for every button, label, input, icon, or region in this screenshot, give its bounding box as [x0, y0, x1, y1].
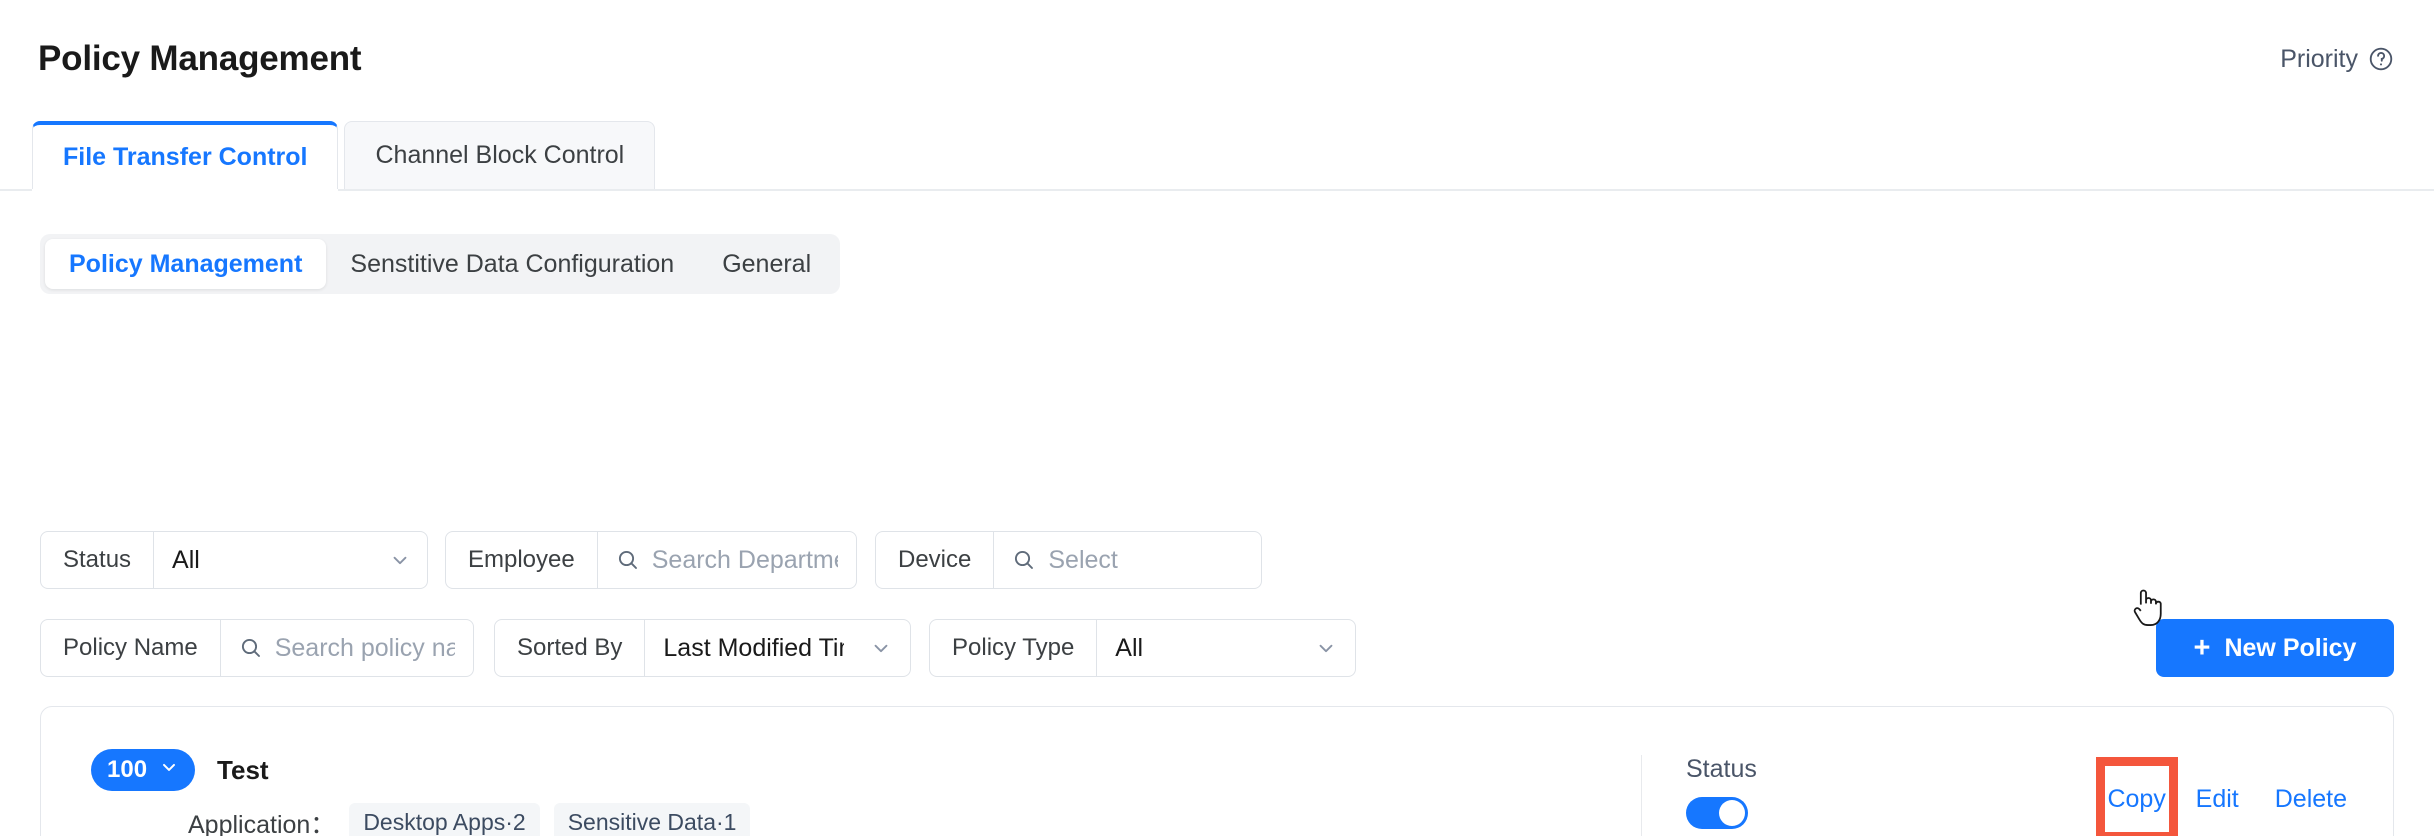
policy-name-search-input[interactable]: Search policy name — [275, 634, 455, 663]
filter-row-secondary: Policy Name Search policy name Sorted By… — [40, 619, 1356, 677]
priority-label: Priority — [2280, 44, 2358, 73]
policy-name-filter-label: Policy Name — [41, 620, 221, 676]
content-area: Policy Management Senstitive Data Config… — [0, 191, 2434, 836]
tab-label: File Transfer Control — [63, 142, 308, 171]
edit-action-link[interactable]: Edit — [2196, 785, 2239, 814]
copy-action-link[interactable]: Copy — [2107, 785, 2165, 814]
page-header: Policy Management Priority — [0, 0, 2434, 118]
device-filter[interactable]: Device Select — [875, 531, 1262, 589]
status-filter[interactable]: Status All — [40, 531, 428, 589]
status-filter-label: Status — [41, 532, 155, 588]
toggle-knob — [1719, 800, 1745, 826]
tab-channel-block-control[interactable]: Channel Block Control — [344, 121, 656, 189]
tab-file-transfer-control[interactable]: File Transfer Control — [32, 121, 339, 191]
application-label: Application： — [188, 810, 336, 836]
policy-status-block: Status — [1641, 755, 1757, 836]
search-icon — [1012, 548, 1036, 572]
tab-label: Channel Block Control — [375, 141, 625, 169]
main-tabbar: File Transfer Control Channel Block Cont… — [0, 121, 2434, 191]
employee-search-input[interactable]: Search Department, Role, Membe — [652, 546, 838, 575]
application-tag[interactable]: Desktop Apps·2 — [349, 802, 540, 836]
sub-nav-segmented-control: Policy Management Senstitive Data Config… — [40, 234, 841, 294]
filter-row-primary: Status All Employee Search Department, R… — [40, 531, 1262, 589]
policy-card-actions: Copy Edit Delete — [2095, 757, 2347, 836]
policy-priority-value: 100 — [107, 756, 148, 783]
chevron-down-icon — [159, 756, 179, 784]
policy-status-label: Status — [1686, 755, 1757, 783]
status-filter-value: All — [172, 545, 200, 574]
copy-action-container[interactable]: Copy — [2095, 757, 2178, 836]
policy-name-filter[interactable]: Policy Name Search policy name — [40, 619, 474, 677]
policy-status-toggle[interactable] — [1686, 797, 1748, 829]
policy-type-filter-label: Policy Type — [930, 620, 1098, 676]
sorted-by-filter-label: Sorted By — [495, 620, 646, 676]
sub-nav-label: Policy Management — [69, 249, 303, 278]
policy-name: Test — [217, 754, 269, 785]
employee-filter[interactable]: Employee Search Department, Role, Membe — [445, 531, 857, 589]
policy-priority-selector[interactable]: 100 — [91, 749, 196, 791]
policy-card-meta: Application： Desktop Apps·2 Sensitive Da… — [188, 799, 751, 836]
sorted-by-value: Last Modified Time — [663, 633, 844, 662]
policy-application-row: Application： Desktop Apps·2 Sensitive Da… — [188, 799, 751, 836]
sub-nav-item-sensitive-data-configuration[interactable]: Senstitive Data Configuration — [326, 239, 698, 289]
chevron-down-icon[interactable] — [375, 549, 411, 571]
employee-filter-label: Employee — [446, 532, 598, 588]
new-policy-button[interactable]: + New Policy — [2156, 619, 2394, 677]
sub-nav-item-policy-management[interactable]: Policy Management — [45, 239, 327, 289]
app-root: Policy Management Priority File Transfer… — [0, 0, 2434, 836]
question-circle-icon[interactable] — [2368, 46, 2394, 72]
sub-nav-label: Senstitive Data Configuration — [350, 249, 675, 278]
chevron-down-icon[interactable] — [856, 637, 892, 659]
delete-action-link[interactable]: Delete — [2275, 785, 2347, 814]
plus-icon: + — [2193, 631, 2211, 664]
policy-type-filter[interactable]: Policy Type All — [929, 619, 1356, 677]
policy-type-value: All — [1115, 633, 1144, 662]
device-search-input[interactable]: Select — [1048, 546, 1117, 575]
page-title: Policy Management — [38, 39, 362, 78]
new-policy-button-label: New Policy — [2224, 633, 2357, 662]
search-icon — [616, 548, 640, 572]
sub-nav-label: General — [722, 249, 812, 278]
policy-card-header: 100 Test — [91, 749, 269, 791]
chevron-down-icon[interactable] — [1301, 637, 1337, 659]
device-filter-label: Device — [876, 532, 995, 588]
sorted-by-filter[interactable]: Sorted By Last Modified Time — [494, 619, 911, 677]
priority-control[interactable]: Priority — [2280, 45, 2394, 74]
sub-nav-item-general[interactable]: General — [698, 239, 835, 289]
application-tag[interactable]: Sensitive Data·1 — [553, 802, 751, 836]
policy-list-item: 100 Test Application： Desktop Apps·2 Sen… — [40, 706, 2394, 836]
search-icon — [239, 636, 263, 660]
